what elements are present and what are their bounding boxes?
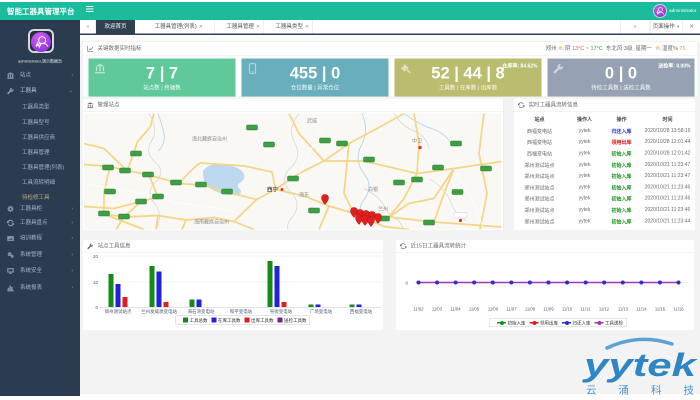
svg-text:兰州发威源变电站: 兰州发威源变电站 bbox=[141, 308, 177, 315]
svg-text:0: 0 bbox=[95, 305, 98, 310]
svg-text:11/11: 11/11 bbox=[580, 307, 591, 312]
svg-text:11/13: 11/13 bbox=[618, 307, 629, 312]
svg-text:10: 10 bbox=[93, 280, 99, 285]
svg-text:窑街变电站: 窑街变电站 bbox=[270, 308, 293, 315]
svg-text:11/05: 11/05 bbox=[469, 307, 480, 312]
svg-text:海南藏族自治州: 海南藏族自治州 bbox=[194, 219, 229, 226]
svg-text:广场变电站: 广场变电站 bbox=[310, 308, 333, 315]
svg-text:11/08: 11/08 bbox=[525, 307, 536, 312]
svg-text:11/04: 11/04 bbox=[450, 307, 461, 312]
svg-text:11/15: 11/15 bbox=[655, 307, 666, 312]
svg-text:11/14: 11/14 bbox=[636, 307, 647, 312]
svg-text:11/16: 11/16 bbox=[673, 307, 684, 312]
svg-text:白银: 白银 bbox=[368, 186, 378, 193]
svg-text:20: 20 bbox=[93, 254, 99, 259]
svg-text:11/02: 11/02 bbox=[413, 307, 424, 312]
svg-text:武威: 武威 bbox=[307, 118, 317, 125]
svg-text:兰州: 兰州 bbox=[378, 206, 388, 213]
svg-text:海东: 海东 bbox=[299, 192, 309, 199]
svg-text:11/09: 11/09 bbox=[543, 307, 554, 312]
svg-text:yytek: yytek bbox=[581, 347, 699, 383]
svg-text:11/06: 11/06 bbox=[488, 307, 499, 312]
svg-text:海石湾变电站: 海石湾变电站 bbox=[188, 308, 215, 315]
svg-text:11/10: 11/10 bbox=[562, 307, 573, 312]
svg-text:0: 0 bbox=[405, 281, 408, 286]
svg-text:11/03: 11/03 bbox=[432, 307, 443, 312]
svg-text:西福变电站: 西福变电站 bbox=[350, 308, 373, 315]
svg-text:郑州测试站点: 郑州测试站点 bbox=[105, 308, 132, 315]
svg-text:11/12: 11/12 bbox=[599, 307, 610, 312]
svg-text:中卫: 中卫 bbox=[412, 138, 422, 145]
svg-text:11/07: 11/07 bbox=[506, 307, 517, 312]
svg-text:和平变电站: 和平变电站 bbox=[230, 308, 253, 315]
svg-text:海北藏族自治州: 海北藏族自治州 bbox=[192, 136, 227, 143]
svg-text:西宁: 西宁 bbox=[267, 186, 279, 194]
